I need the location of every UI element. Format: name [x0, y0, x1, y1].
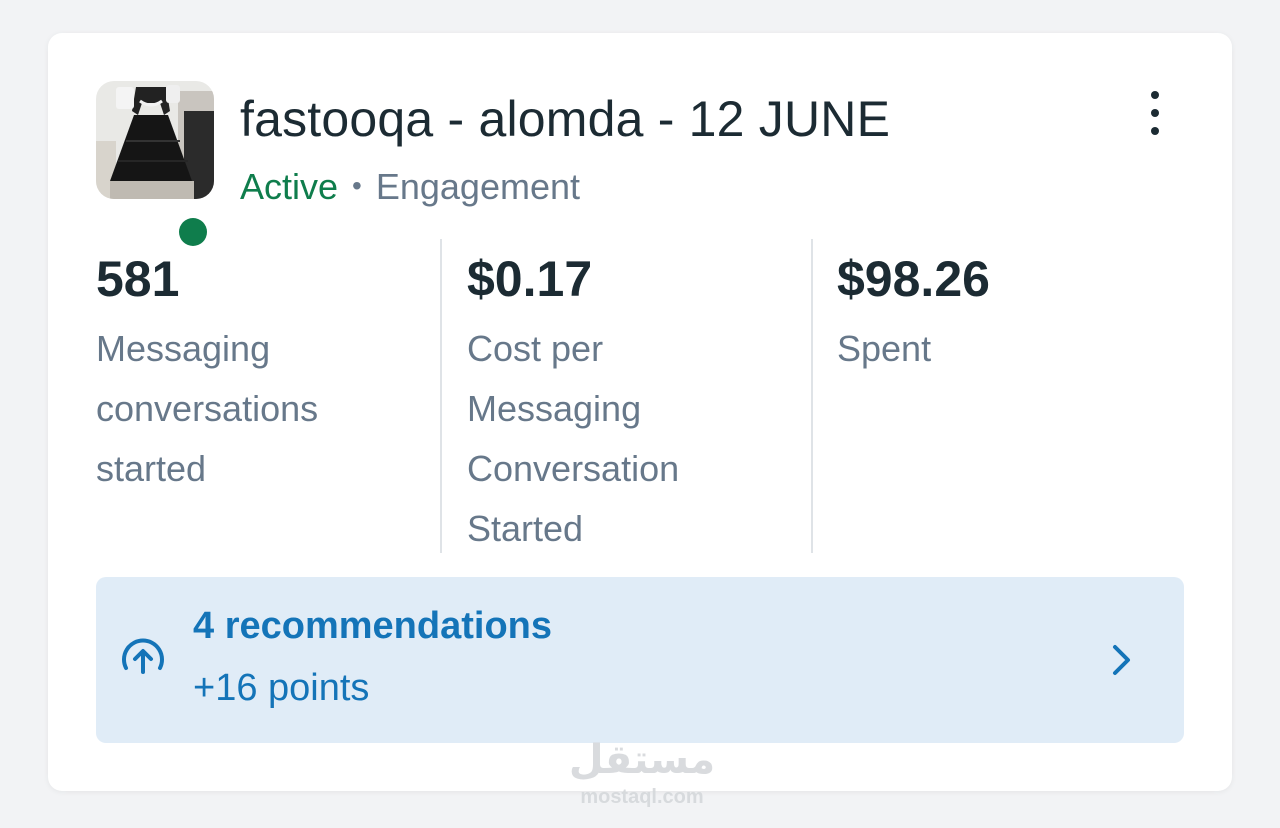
stat-divider — [811, 239, 813, 553]
stat-value: $98.26 — [837, 251, 990, 307]
campaign-thumbnail — [96, 81, 214, 253]
campaign-card[interactable]: fastooqa - alomda - 12 JUNE Active • Engag… — [48, 33, 1232, 791]
stat-value: 581 — [96, 251, 180, 307]
stat-spent: $98.26 Spent — [837, 241, 1157, 379]
stat-messaging-conversations: 581 Messaging conversations started — [96, 241, 416, 499]
stat-label: Spent — [837, 319, 1157, 379]
product-image — [96, 81, 214, 199]
recommendations-count: 4 recommendations — [193, 605, 552, 647]
recommendations-points: +16 points — [193, 667, 370, 709]
campaign-title[interactable]: fastooqa - alomda - 12 JUNE — [240, 90, 890, 148]
watermark-arabic: مستقل — [568, 738, 716, 782]
stat-label-line: conversations — [96, 388, 319, 429]
stat-label-line: Cost per — [467, 328, 604, 369]
stat-label-line: started — [96, 448, 207, 489]
chevron-right-icon[interactable] — [1106, 639, 1136, 681]
recommendations-banner[interactable]: 4 recommendations +16 points — [96, 577, 1184, 743]
stat-label: Messaging conversations started — [96, 319, 416, 499]
stat-divider — [440, 239, 442, 553]
stat-label-line: Messaging — [467, 388, 642, 429]
stat-value: $0.17 — [467, 251, 593, 307]
more-vertical-icon — [1151, 91, 1159, 99]
arrow-up-circle-icon — [122, 638, 164, 674]
watermark-domain: mostaql.com — [580, 786, 704, 808]
objective-label: Engagement — [375, 166, 581, 207]
stat-label: Cost per Messaging Conversation Started — [467, 319, 787, 559]
stat-label-line: Started — [467, 508, 584, 549]
status-label: Active — [240, 166, 339, 207]
watermark: مستقل mostaql.com — [562, 736, 722, 810]
more-vertical-icon-dot — [1151, 109, 1159, 117]
stat-cost-per-conversation: $0.17 Cost per Messaging Conversation St… — [467, 241, 787, 559]
stat-label-line: Messaging — [96, 328, 271, 369]
separator-dot: • — [352, 170, 362, 201]
stat-label-line: Conversation — [467, 448, 680, 489]
campaign-subline: Active • Engagement — [240, 166, 580, 208]
stat-label-line: Spent — [837, 328, 932, 369]
more-vertical-icon-dot — [1151, 127, 1159, 135]
more-options-button[interactable] — [1138, 91, 1172, 135]
